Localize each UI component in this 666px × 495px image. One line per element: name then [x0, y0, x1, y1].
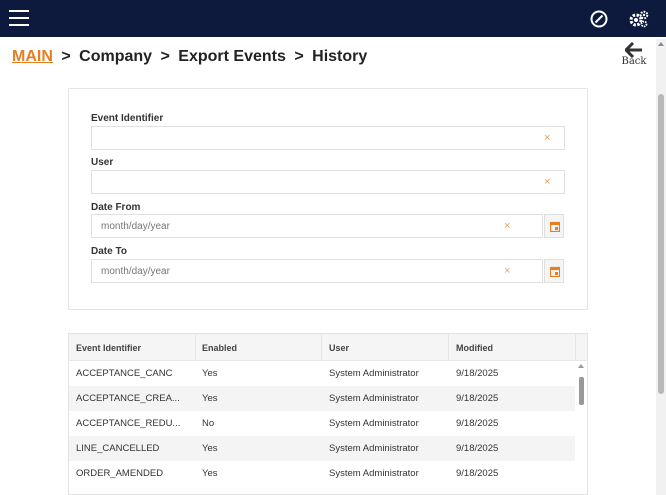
date-from-calendar-button[interactable] — [544, 214, 564, 238]
cell-event-identifier: ORDER_AMENDED — [76, 468, 164, 479]
user-label: User — [91, 157, 114, 168]
table-row[interactable]: LINE_CANCELLED Yes System Administrator … — [69, 436, 575, 461]
cell-modified: 9/18/2025 — [456, 418, 499, 429]
user-input[interactable]: × — [91, 170, 565, 194]
breadcrumb-separator: > — [61, 48, 71, 65]
back-button[interactable]: Back — [620, 42, 648, 67]
table-scroll-up-arrow[interactable] — [578, 364, 584, 368]
cell-enabled: No — [202, 418, 215, 429]
date-from-label: Date From — [91, 202, 141, 213]
table-scroll-thumb[interactable] — [579, 377, 584, 405]
clear-event-identifier-icon[interactable]: × — [544, 132, 550, 144]
calendar-icon — [550, 221, 560, 232]
back-label: Back — [621, 56, 647, 67]
column-header-user[interactable]: User — [329, 343, 349, 353]
table-row[interactable]: ACCEPTANCE_CREA... Yes System Administra… — [69, 386, 575, 411]
cell-user: System Administrator — [329, 443, 419, 454]
cell-user: System Administrator — [329, 468, 419, 479]
table-row[interactable]: ACCEPTANCE_REDU... No System Administrat… — [69, 411, 575, 436]
table-header: Event Identifier Enabled User Modified — [69, 334, 587, 361]
cell-modified: 9/18/2025 — [456, 393, 499, 404]
breadcrumb-main-link[interactable]: MAIN — [12, 48, 53, 65]
event-identifier-label: Event Identifier — [91, 113, 164, 124]
breadcrumb-separator: > — [294, 48, 304, 65]
date-to-label: Date To — [91, 246, 127, 257]
cell-enabled: Yes — [202, 368, 218, 379]
date-to-calendar-button[interactable] — [544, 259, 564, 283]
breadcrumb-item-export-events[interactable]: Export Events — [178, 48, 286, 65]
date-to-input[interactable]: month/day/year × — [91, 259, 543, 283]
clear-user-icon[interactable]: × — [544, 176, 550, 188]
clear-date-from-icon[interactable]: × — [504, 220, 510, 232]
column-header-modified[interactable]: Modified — [456, 343, 493, 353]
cell-enabled: Yes — [202, 393, 218, 404]
scroll-thumb[interactable] — [658, 94, 664, 394]
cell-enabled: Yes — [202, 468, 218, 479]
cell-user: System Administrator — [329, 368, 419, 379]
cell-event-identifier: LINE_CANCELLED — [76, 443, 160, 454]
gears-icon[interactable] — [628, 9, 649, 29]
date-to-placeholder: month/day/year — [101, 266, 170, 277]
cell-user: System Administrator — [329, 418, 419, 429]
filter-panel: Event Identifier × User × Date From mont… — [68, 88, 588, 310]
cell-modified: 9/18/2025 — [456, 443, 499, 454]
breadcrumb-item-company[interactable]: Company — [79, 48, 152, 65]
compass-icon[interactable] — [589, 9, 609, 29]
clear-date-to-icon[interactable]: × — [504, 265, 510, 277]
scroll-up-arrow[interactable] — [658, 42, 664, 46]
date-from-input[interactable]: month/day/year × — [91, 214, 543, 238]
cell-enabled: Yes — [202, 443, 218, 454]
breadcrumb-separator: > — [160, 48, 170, 65]
event-identifier-input[interactable]: × — [91, 126, 565, 150]
date-from-placeholder: month/day/year — [101, 221, 170, 232]
table-row[interactable]: ACCEPTANCE_CANC Yes System Administrator… — [69, 361, 575, 386]
column-header-event-identifier[interactable]: Event Identifier — [76, 343, 141, 353]
cell-modified: 9/18/2025 — [456, 468, 499, 479]
column-header-enabled[interactable]: Enabled — [202, 343, 237, 353]
table-row[interactable]: ORDER_AMENDED Yes System Administrator 9… — [69, 461, 575, 486]
cell-event-identifier: ACCEPTANCE_CANC — [76, 368, 173, 379]
breadcrumb-item-history: History — [312, 48, 368, 65]
page-scrollbar[interactable] — [656, 39, 666, 495]
calendar-icon — [550, 266, 560, 277]
cell-modified: 9/18/2025 — [456, 368, 499, 379]
events-table: Event Identifier Enabled User Modified A… — [68, 333, 588, 495]
cell-user: System Administrator — [329, 393, 419, 404]
table-scrollbar[interactable] — [575, 361, 587, 494]
cell-event-identifier: ACCEPTANCE_REDU... — [76, 418, 181, 429]
cell-event-identifier: ACCEPTANCE_CREA... — [76, 393, 180, 404]
hamburger-icon[interactable] — [9, 10, 29, 26]
breadcrumb: MAIN > Company > Export Events > History — [12, 48, 367, 66]
top-bar — [0, 0, 666, 37]
